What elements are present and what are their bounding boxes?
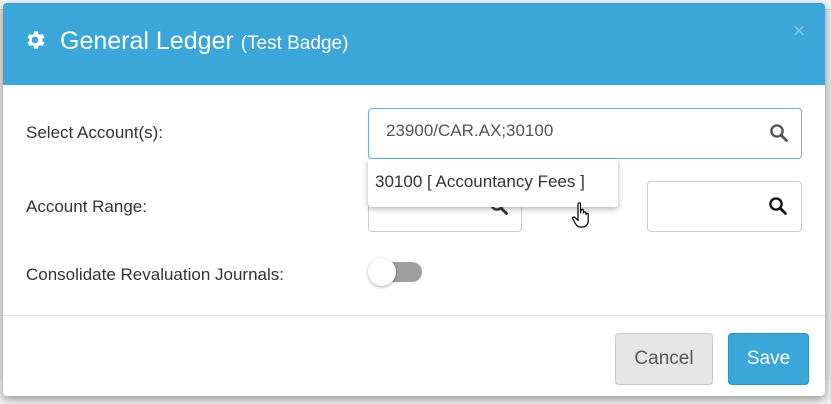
dialog-header: General Ledger (Test Badge) × [3, 3, 825, 85]
select-accounts-input[interactable]: 23900/CAR.AX;30100 [368, 108, 802, 159]
dialog-title: General Ledger (Test Badge) [60, 25, 348, 60]
dialog-footer: Cancel Save [3, 315, 825, 396]
consolidate-toggle[interactable] [368, 258, 422, 286]
save-button[interactable]: Save [728, 333, 809, 385]
account-suggestions-dropdown: 30100 [ Accountancy Fees ] [368, 159, 618, 207]
consolidate-label: Consolidate Revaluation Journals: [26, 265, 284, 284]
select-accounts-label: Select Account(s): [26, 123, 164, 142]
general-ledger-dialog: General Ledger (Test Badge) × Select Acc… [3, 3, 825, 396]
suggestion-item[interactable]: 30100 [ Accountancy Fees ] [375, 172, 585, 192]
gear-icon [27, 31, 45, 49]
dialog-subtitle: (Test Badge) [240, 33, 349, 54]
account-range-to-input[interactable] [647, 181, 802, 232]
cancel-button[interactable]: Cancel [615, 333, 713, 385]
close-icon[interactable]: × [791, 20, 807, 42]
account-range-label: Account Range: [26, 197, 147, 216]
search-icon[interactable] [768, 196, 788, 216]
toggle-knob [368, 258, 396, 286]
hand-cursor-icon [572, 202, 589, 228]
select-accounts-value: 23900/CAR.AX;30100 [386, 121, 554, 140]
search-icon[interactable] [769, 123, 789, 143]
dialog-title-text: General Ledger [60, 27, 234, 55]
